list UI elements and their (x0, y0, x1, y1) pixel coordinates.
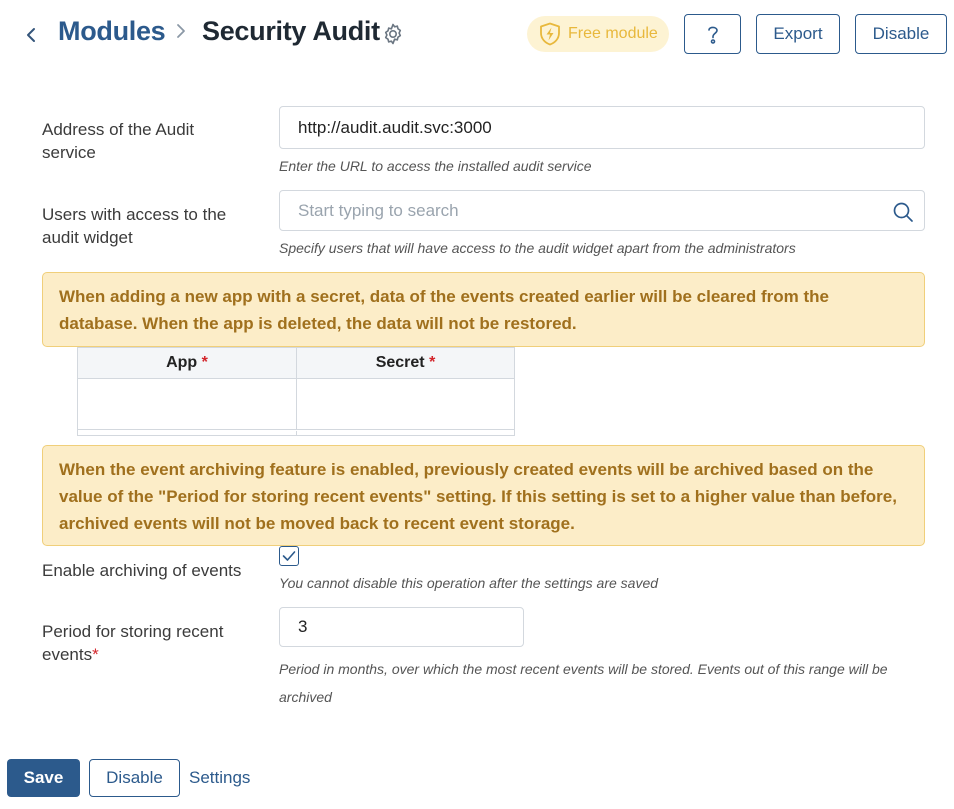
save-button[interactable]: Save (7, 759, 80, 797)
users-search-input[interactable]: Start typing to search (279, 190, 925, 231)
archiving-label: Enable archiving of events (42, 561, 242, 580)
required-marker: * (429, 354, 436, 371)
users-access-label: Users with access to the audit widget (42, 205, 227, 247)
column-label: App (166, 354, 198, 371)
free-module-badge: Free module (527, 16, 669, 52)
disable-button[interactable]: Disable (89, 759, 180, 797)
secret-warning-banner: When adding a new app with a secret, dat… (42, 272, 925, 347)
breadcrumb-separator-icon (176, 22, 186, 46)
badge-label: Free module (568, 25, 658, 42)
users-access-hint: Specify users that will have access to t… (279, 240, 796, 256)
period-hint: Period in months, over which the most re… (279, 661, 888, 705)
breadcrumb-modules-link[interactable]: Modules (58, 16, 166, 47)
audit-address-label: Address of the Audit service (42, 120, 195, 162)
period-input[interactable]: 3 (279, 607, 524, 647)
shield-lightning-icon (539, 22, 561, 46)
archiving-hint: You cannot disable this operation after … (279, 575, 659, 591)
settings-link[interactable]: Settings (189, 768, 250, 788)
table-header-secret: Secret * (297, 348, 514, 379)
audit-address-hint: Enter the URL to access the installed au… (279, 158, 592, 174)
export-button[interactable]: Export (756, 14, 840, 54)
table-row (78, 431, 514, 435)
archiving-warning-banner: When the event archiving feature is enab… (42, 445, 925, 546)
period-label: Period for storing recent events* (42, 620, 247, 666)
column-label: Secret (375, 354, 425, 371)
checkmark-icon (282, 550, 296, 562)
required-marker: * (201, 354, 208, 371)
table-cell-secret[interactable] (297, 379, 514, 430)
back-chevron-icon[interactable] (22, 24, 40, 46)
question-mark-icon (705, 23, 721, 45)
disable-module-button[interactable]: Disable (855, 14, 947, 54)
audit-address-input[interactable]: http://audit.audit.svc:3000 (279, 106, 925, 149)
period-label-text: Period for storing recent events (42, 622, 224, 664)
table-cell-app[interactable] (78, 379, 297, 430)
archiving-checkbox[interactable] (279, 546, 299, 566)
search-icon[interactable] (892, 201, 914, 223)
gear-icon[interactable] (381, 22, 405, 46)
page-title: Security Audit (202, 16, 380, 46)
page-header: Modules Security Audit Free module Expor… (0, 0, 954, 70)
app-secret-table: App * Secret * (77, 347, 515, 436)
search-placeholder: Start typing to search (298, 200, 459, 220)
required-marker: * (92, 645, 99, 664)
table-header-app: App * (78, 348, 297, 379)
help-button[interactable] (684, 14, 741, 54)
